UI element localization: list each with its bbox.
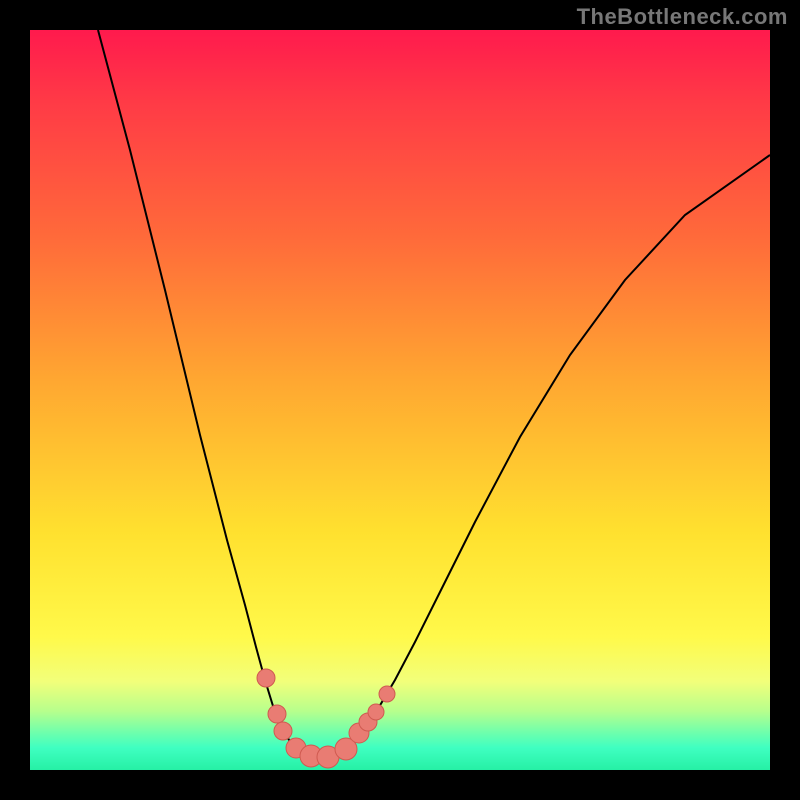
chart-stage: TheBottleneck.com — [0, 0, 800, 800]
marker-group — [257, 669, 395, 768]
data-marker — [379, 686, 395, 702]
plot-area — [30, 30, 770, 770]
curve-right-branch — [320, 155, 770, 759]
attribution-text: TheBottleneck.com — [577, 4, 788, 30]
data-marker — [368, 704, 384, 720]
data-marker — [268, 705, 286, 723]
data-marker — [257, 669, 275, 687]
curve-left-branch — [98, 30, 320, 759]
curve-layer — [30, 30, 770, 770]
data-marker — [274, 722, 292, 740]
